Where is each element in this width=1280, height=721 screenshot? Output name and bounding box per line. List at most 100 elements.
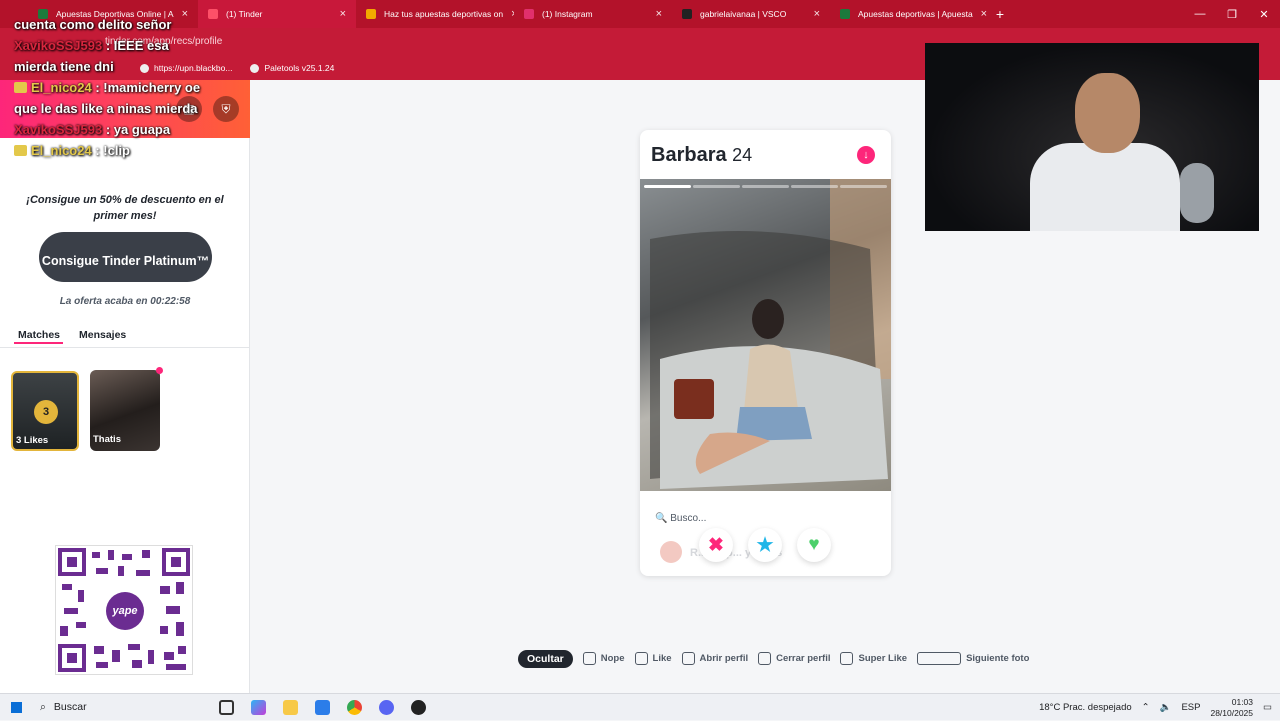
tab-messages[interactable]: Mensajes [79, 329, 126, 341]
down-arrow-key-icon [758, 652, 772, 665]
chat-message: El_nico24 : !mamicherry oe que le das li… [14, 80, 201, 116]
crown-icon [14, 82, 27, 93]
photo-progress [644, 185, 887, 188]
chat-username: El_nico24 [31, 143, 92, 158]
language-indicator[interactable]: ESP [1181, 702, 1200, 713]
instagram-favicon-icon [524, 9, 534, 19]
close-tab-icon[interactable]: × [814, 8, 820, 20]
close-tab-icon[interactable]: × [340, 8, 346, 20]
taskbar-search[interactable]: ⌕ Buscar [32, 694, 210, 721]
reaction-emoji-icon [660, 541, 682, 563]
browser-tab[interactable]: Haz tus apuestas deportivas on × [356, 0, 514, 28]
copilot-icon[interactable] [242, 694, 274, 721]
shortcut-nope: Nope [582, 652, 625, 665]
like-button[interactable]: ♥ [797, 528, 831, 562]
volume-icon[interactable]: 🔈 [1160, 702, 1172, 713]
hide-shortcuts-button[interactable]: Ocultar [518, 649, 573, 668]
streamer-head [1075, 73, 1140, 153]
tab-title: Apuestas deportivas | Apuesta [858, 9, 973, 19]
left-arrow-key-icon [582, 652, 596, 665]
windows-logo-icon [10, 701, 22, 713]
platinum-promo-text: ¡Consigue un 50% de descuento en el prim… [26, 194, 224, 222]
minimize-icon[interactable]: — [1184, 0, 1216, 28]
store-icon[interactable] [306, 694, 338, 721]
close-window-icon[interactable]: ✕ [1248, 0, 1280, 28]
photo-indicator [693, 185, 740, 188]
sidebar-tabs: Matches Mensajes [0, 320, 250, 348]
yape-logo: yape [106, 592, 144, 630]
browser-tab-active[interactable]: (1) Tinder × [198, 0, 356, 28]
profile-photo[interactable] [640, 179, 891, 491]
sidebar: ▦ ⛨ ¡Consigue un 50% de descuento en el … [0, 17, 250, 693]
crown-icon [14, 145, 27, 156]
new-tab-button[interactable]: + [988, 6, 1012, 22]
right-arrow-key-icon [634, 652, 648, 665]
close-tab-icon[interactable]: × [511, 8, 514, 20]
nope-button[interactable]: ✖ [699, 528, 733, 562]
profile-card[interactable]: Barbara 24 ↓ 🔍 Busco... R... en p... ya … [640, 130, 891, 576]
up-arrow-key-icon [681, 652, 695, 665]
microphone [1180, 163, 1214, 223]
enter-key-icon [840, 652, 854, 665]
start-button[interactable] [0, 694, 32, 721]
match-name: Thatis [93, 434, 121, 445]
close-tab-icon[interactable]: × [981, 8, 987, 20]
open-profile-icon[interactable]: ↓ [857, 146, 875, 164]
shortcut-superlike: Super Like [840, 652, 907, 665]
discord-icon[interactable] [370, 694, 402, 721]
spacebar-key-icon [917, 652, 962, 665]
profile-age: 24 [732, 145, 753, 165]
file-explorer-icon[interactable] [274, 694, 306, 721]
shortcut-next-photo: Siguiente foto [917, 652, 1029, 665]
clock[interactable]: 01:03 28/10/2025 [1210, 697, 1253, 719]
offer-countdown: La oferta acaba en 00:22:58 [59, 296, 191, 307]
streamer-shirt [1030, 143, 1180, 231]
photo-scene [650, 179, 891, 489]
tab-title: (1) Instagram [542, 9, 593, 19]
looking-for: 🔍 Busco... [655, 513, 707, 524]
bookmark-icon [250, 63, 260, 73]
chat-message: cuenta como delito señor [14, 17, 172, 32]
photo-indicator [742, 185, 789, 188]
superlike-button[interactable]: ★ [748, 528, 782, 562]
tab-title: Haz tus apuestas deportivas on [384, 9, 504, 19]
likes-card[interactable]: 3 3 Likes [11, 371, 79, 451]
shield-icon[interactable]: ⛨ [213, 96, 239, 122]
profile-name: Barbara 24 [651, 144, 753, 166]
likes-label: 3 Likes [16, 435, 49, 446]
active-tab-indicator [14, 342, 63, 344]
vsco-favicon-icon [682, 9, 692, 19]
tab-favicon-icon [840, 9, 850, 19]
window-controls: — ❐ ✕ [1184, 0, 1280, 28]
tab-matches[interactable]: Matches [18, 329, 60, 341]
photo-indicator [791, 185, 838, 188]
yape-qr-code: yape [55, 545, 193, 675]
chat-message: El_nico24 : !clip [14, 140, 214, 161]
notifications-icon[interactable]: ▭ [1263, 702, 1272, 713]
task-view-icon[interactable] [210, 694, 242, 721]
tray-chevron-icon[interactable]: ⌃ [1142, 702, 1150, 713]
shortcut-open-profile: Abrir perfil [681, 652, 748, 665]
photo-indicator [644, 185, 691, 188]
chat-username: XavikoSSJ593 [14, 122, 103, 137]
photo-indicator [840, 185, 887, 188]
chat-message: XavikoSSJ593 : IEEE esa mierda tiene dni [14, 38, 169, 74]
chrome-icon[interactable] [338, 694, 370, 721]
chat-message: XavikoSSJ593 : ya guapa [14, 122, 171, 137]
restore-icon[interactable]: ❐ [1216, 0, 1248, 28]
new-match-dot [156, 367, 163, 374]
browser-tab[interactable]: Apuestas deportivas | Apuesta × [830, 0, 988, 28]
browser-tab[interactable]: gabrielaivanaa | VSCO × [672, 0, 830, 28]
bookmark[interactable]: Paletools v25.1.24 [250, 63, 334, 73]
webcam-overlay [925, 43, 1259, 231]
obs-icon[interactable] [402, 694, 434, 721]
close-tab-icon[interactable]: × [656, 8, 662, 20]
system-tray: 18°C Prac. despejado ⌃ 🔈 ESP 01:03 28/10/… [1039, 694, 1272, 721]
browser-tab[interactable]: (1) Instagram × [514, 0, 672, 28]
match-card[interactable]: Thatis [90, 370, 160, 451]
tab-title: (1) Tinder [226, 9, 263, 19]
get-platinum-button[interactable]: Consigue Tinder Platinum™ [39, 232, 212, 282]
shortcut-close-profile: Cerrar perfil [758, 652, 830, 665]
likes-count-badge: 3 [34, 400, 58, 424]
weather-widget[interactable]: 18°C Prac. despejado [1039, 702, 1132, 713]
